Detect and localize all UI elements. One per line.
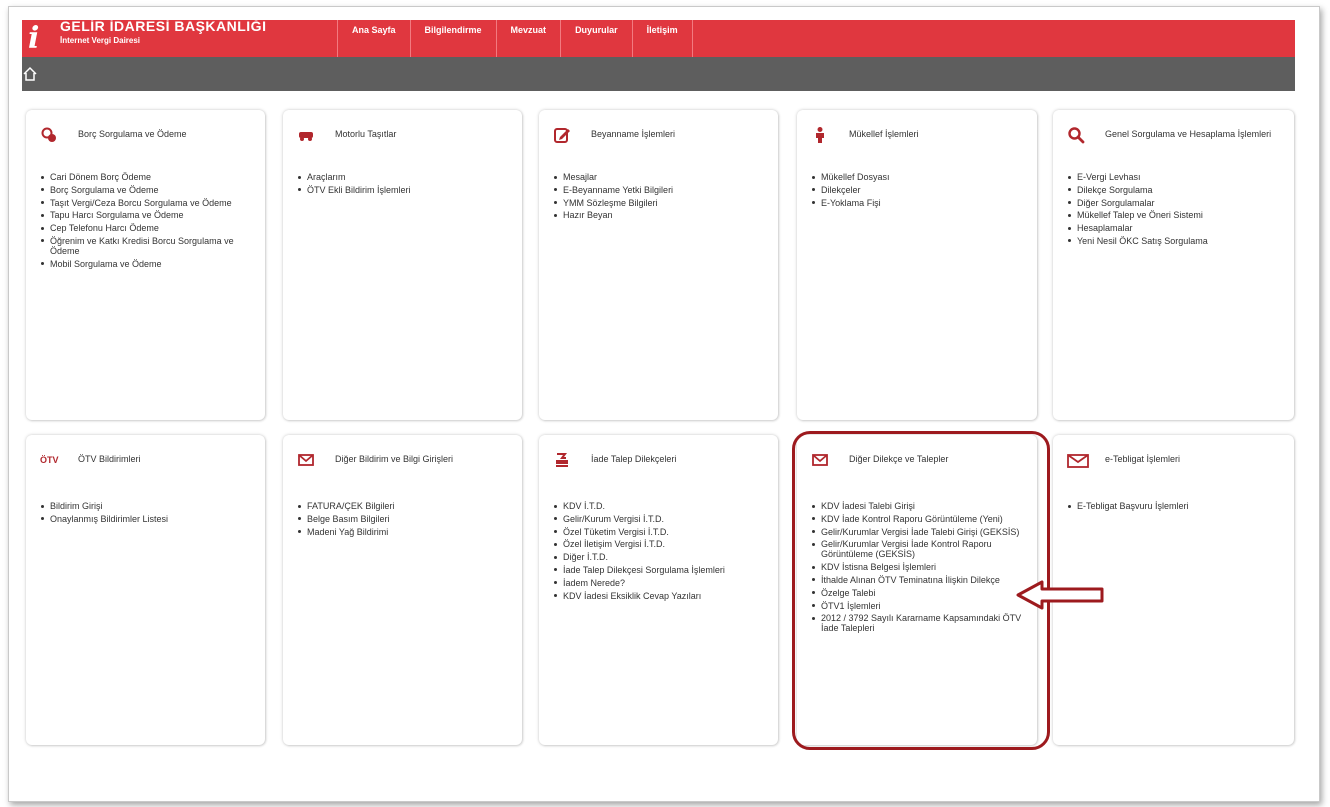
link-hesaplamalar[interactable]: Hesaplamalar bbox=[1067, 223, 1284, 233]
home-icon[interactable] bbox=[22, 66, 38, 82]
brand-subtitle: İnternet Vergi Dairesi bbox=[60, 36, 141, 45]
link-diger-itd[interactable]: Diğer İ.T.D. bbox=[553, 552, 768, 562]
link-e-vergi-levhasi[interactable]: E-Vergi Levhası bbox=[1067, 172, 1284, 182]
link-dilekce-sorgulama[interactable]: Dilekçe Sorgulama bbox=[1067, 185, 1284, 195]
card-genel-sorgulama: Genel Sorgulama ve Hesaplama İşlemleri E… bbox=[1053, 110, 1294, 420]
card-motorlu-tasitlar: Motorlu Taşıtlar Araçlarım ÖTV Ekli Bild… bbox=[283, 110, 522, 420]
link-belge-basim-bilgileri[interactable]: Belge Basım Bilgileri bbox=[297, 514, 512, 524]
card-title: ÖTV Bildirimleri bbox=[78, 454, 141, 464]
envelope-icon bbox=[298, 454, 314, 466]
search-icon bbox=[1068, 127, 1085, 144]
vehicle-icon bbox=[299, 132, 313, 141]
nav-bilgilendirme[interactable]: Bilgilendirme bbox=[409, 20, 496, 57]
nav-ana-sayfa[interactable]: Ana Sayfa bbox=[337, 20, 410, 57]
card-title: Motorlu Taşıtlar bbox=[335, 129, 397, 139]
card-links: E-Vergi Levhası Dilekçe Sorgulama Diğer … bbox=[1067, 172, 1284, 249]
card-links: Cari Dönem Borç Ödeme Borç Sorgulama ve … bbox=[40, 172, 255, 272]
card-links: Araçlarım ÖTV Ekli Bildirim İşlemleri bbox=[297, 172, 512, 198]
link-madeni-yag-bildirimi[interactable]: Madeni Yağ Bildirimi bbox=[297, 527, 512, 537]
card-title: Beyanname İşlemleri bbox=[591, 129, 676, 139]
link-onaylanmis-bildirimler[interactable]: Onaylanmış Bildirimler Listesi bbox=[40, 514, 255, 524]
link-mobil-sorgulama[interactable]: Mobil Sorgulama ve Ödeme bbox=[40, 259, 255, 269]
link-iade-talep-sorgulama[interactable]: İade Talep Dilekçesi Sorgulama İşlemleri bbox=[553, 565, 768, 575]
link-iadem-nerede[interactable]: İadem Nerede? bbox=[553, 578, 768, 588]
link-e-yoklama-fisi[interactable]: E-Yoklama Fişi bbox=[811, 198, 1027, 208]
link-araclarim[interactable]: Araçlarım bbox=[297, 172, 512, 182]
card-links: E-Tebligat Başvuru İşlemleri bbox=[1067, 501, 1284, 514]
link-ymm-sozlesme[interactable]: YMM Sözleşme Bilgileri bbox=[553, 198, 768, 208]
link-mukellef-dosyasi[interactable]: Mükellef Dosyası bbox=[811, 172, 1027, 182]
edit-icon bbox=[554, 128, 570, 143]
card-links: KDV İ.T.D. Gelir/Kurum Vergisi İ.T.D. Öz… bbox=[553, 501, 768, 603]
link-ozel-tuketim-itd[interactable]: Özel Tüketim Vergisi İ.T.D. bbox=[553, 527, 768, 537]
card-iade-talep-dilekceleri: İade Talep Dilekçeleri KDV İ.T.D. Gelir/… bbox=[539, 435, 778, 745]
card-links: FATURA/ÇEK Bilgileri Belge Basım Bilgile… bbox=[297, 501, 512, 539]
nav-mevzuat[interactable]: Mevzuat bbox=[495, 20, 561, 57]
nav-iletisim[interactable]: İletişim bbox=[631, 20, 693, 57]
link-cep-telefonu-harci[interactable]: Cep Telefonu Harcı Ödeme bbox=[40, 223, 255, 233]
arrow-left-icon bbox=[1016, 580, 1104, 610]
card-title: İade Talep Dilekçeleri bbox=[591, 454, 677, 464]
link-bildirim-girisi[interactable]: Bildirim Girişi bbox=[40, 501, 255, 511]
link-mukellef-talep-oneri[interactable]: Mükellef Talep ve Öneri Sistemi bbox=[1067, 210, 1284, 220]
link-diger-sorgulamalar[interactable]: Diğer Sorgulamalar bbox=[1067, 198, 1284, 208]
link-ozel-iletisim-itd[interactable]: Özel İletişim Vergisi İ.T.D. bbox=[553, 539, 768, 549]
open-envelope-icon bbox=[1067, 454, 1089, 468]
link-gelir-kurum-itd[interactable]: Gelir/Kurum Vergisi İ.T.D. bbox=[553, 514, 768, 524]
nav-duyurular[interactable]: Duyurular bbox=[560, 20, 632, 57]
card-beyanname-islemleri: Beyanname İşlemleri Mesajlar E-Beyanname… bbox=[539, 110, 778, 420]
card-links: Mükellef Dosyası Dilekçeler E-Yoklama Fi… bbox=[811, 172, 1027, 210]
brand-title: GELİR İDARESİ BAŞKANLIĞI bbox=[60, 18, 267, 34]
main-nav: Ana Sayfa Bilgilendirme Mevzuat Duyurula… bbox=[337, 20, 693, 57]
refund-icon bbox=[556, 453, 568, 467]
card-title: Diğer Bildirim ve Bilgi Girişleri bbox=[335, 454, 454, 464]
link-fatura-cek-bilgileri[interactable]: FATURA/ÇEK Bilgileri bbox=[297, 501, 512, 511]
link-otv-ekli-bildirim[interactable]: ÖTV Ekli Bildirim İşlemleri bbox=[297, 185, 512, 195]
card-links: Bildirim Girişi Onaylanmış Bildirimler L… bbox=[40, 501, 255, 527]
person-icon bbox=[816, 127, 824, 143]
brand[interactable]: GELİR İDARESİ BAŞKANLIĞI İnternet Vergi … bbox=[60, 18, 266, 46]
sub-toolbar bbox=[22, 57, 1295, 91]
link-hazir-beyan[interactable]: Hazır Beyan bbox=[553, 210, 768, 220]
card-links: Mesajlar E-Beyanname Yetki Bilgileri YMM… bbox=[553, 172, 768, 223]
link-kdv-itd[interactable]: KDV İ.T.D. bbox=[553, 501, 768, 511]
card-otv-bildirimleri: ÖTV ÖTV Bildirimleri Bildirim Girişi Ona… bbox=[26, 435, 265, 745]
link-dilekceler[interactable]: Dilekçeler bbox=[811, 185, 1027, 195]
site-header: i GELİR İDARESİ BAŞKANLIĞI İnternet Verg… bbox=[22, 18, 1295, 57]
link-tasit-vergi-ceza[interactable]: Taşıt Vergi/Ceza Borcu Sorgulama ve Ödem… bbox=[40, 198, 255, 208]
link-tapu-harci[interactable]: Tapu Harcı Sorgulama ve Ödeme bbox=[40, 210, 255, 220]
link-yeni-nesil-okc[interactable]: Yeni Nesil ÖKC Satış Sorgulama bbox=[1067, 236, 1284, 246]
card-title: Mükellef İşlemleri bbox=[849, 129, 919, 139]
card-title: e-Tebligat İşlemleri bbox=[1105, 454, 1181, 464]
link-borc-sorgulama-odeme[interactable]: Borç Sorgulama ve Ödeme bbox=[40, 185, 255, 195]
link-ogrenim-katki-kredisi[interactable]: Öğrenim ve Katkı Kredisi Borcu Sorgulama… bbox=[40, 236, 255, 256]
link-kdv-eksiklik-cevap[interactable]: KDV İadesi Eksiklik Cevap Yazıları bbox=[553, 591, 768, 601]
link-e-beyanname-yetki[interactable]: E-Beyanname Yetki Bilgileri bbox=[553, 185, 768, 195]
otv-icon: ÖTV bbox=[40, 455, 59, 465]
gib-logo-icon[interactable]: i bbox=[28, 24, 42, 54]
coins-icon bbox=[41, 127, 56, 142]
card-title: Genel Sorgulama ve Hesaplama İşlemleri bbox=[1105, 129, 1272, 139]
card-borc-sorgulama: Borç Sorgulama ve Ödeme Cari Dönem Borç … bbox=[26, 110, 265, 420]
card-title: Borç Sorgulama ve Ödeme bbox=[78, 129, 187, 139]
link-e-tebligat-basvuru[interactable]: E-Tebligat Başvuru İşlemleri bbox=[1067, 501, 1284, 511]
link-mesajlar[interactable]: Mesajlar bbox=[553, 172, 768, 182]
card-mukellef-islemleri: Mükellef İşlemleri Mükellef Dosyası Dile… bbox=[797, 110, 1037, 420]
highlight-box bbox=[792, 431, 1050, 750]
link-cari-donem-borc-odeme[interactable]: Cari Dönem Borç Ödeme bbox=[40, 172, 255, 182]
card-diger-bildirim: Diğer Bildirim ve Bilgi Girişleri FATURA… bbox=[283, 435, 522, 745]
